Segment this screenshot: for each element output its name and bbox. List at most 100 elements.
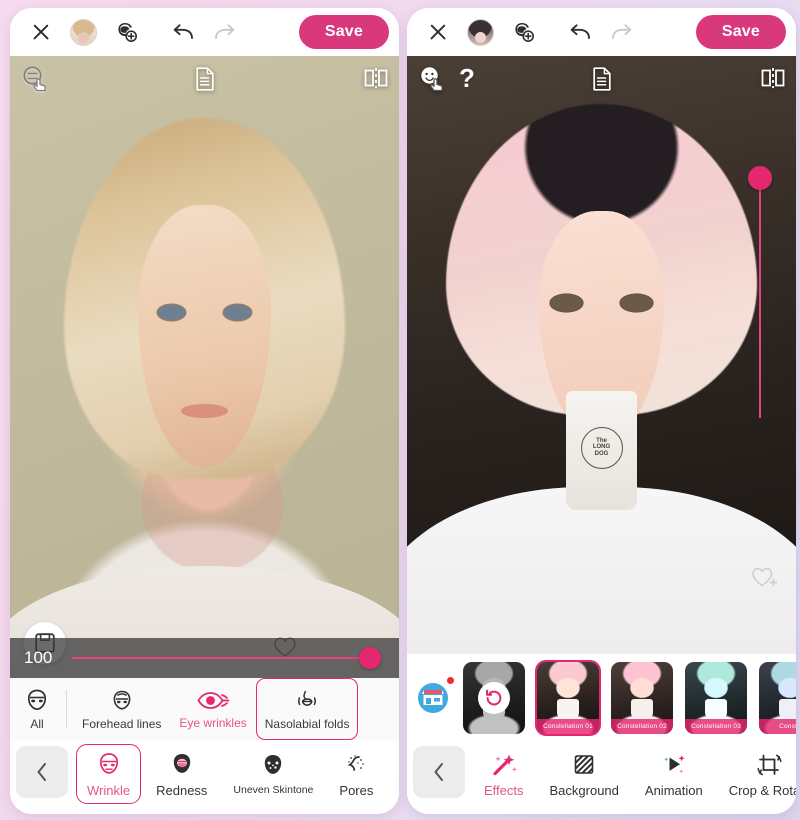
- tool-label: Crop & Rotate: [728, 782, 796, 798]
- face-thumbnail-avatar: [69, 18, 97, 46]
- close-button[interactable]: [417, 11, 459, 53]
- tool-label: Animation: [644, 782, 703, 798]
- effect-caption: Constellation 02: [611, 719, 673, 734]
- face-thumbnail-button[interactable]: [62, 11, 104, 53]
- vslider-knob[interactable]: [748, 166, 772, 190]
- back-button[interactable]: [16, 746, 68, 798]
- left-overlay-top-left: [20, 64, 50, 92]
- undo-button[interactable]: [559, 11, 601, 53]
- background-icon: [574, 754, 594, 774]
- slider-track: [72, 657, 381, 659]
- subtool-label: Forehead lines: [82, 716, 162, 731]
- reset-effect-button[interactable]: [478, 682, 510, 714]
- crop-rotate-icon: [757, 754, 782, 775]
- effect-item-original[interactable]: [461, 660, 527, 736]
- tool-redness[interactable]: Redness: [145, 744, 218, 804]
- eye-wrinkle-icon: [197, 691, 230, 709]
- tool-label: Effects: [484, 782, 524, 798]
- subtool-divider: [66, 690, 67, 728]
- left-header: Save: [10, 8, 399, 56]
- face-thumbnail-avatar: [466, 18, 494, 46]
- subtool-all[interactable]: All: [14, 678, 60, 740]
- effect-item-constellation-01[interactable]: Constellation 01: [535, 660, 601, 736]
- effects-store-button[interactable]: [413, 677, 454, 718]
- redo-button[interactable]: [204, 11, 246, 53]
- help-icon[interactable]: ?: [459, 65, 475, 91]
- tool-background[interactable]: Background: [539, 744, 630, 804]
- right-overlay-top-right: [760, 66, 786, 90]
- compare-touch-icon[interactable]: [20, 64, 50, 92]
- right-bottom-bar: Constellation 01 Constellation 02 Conste…: [407, 654, 796, 814]
- subtool-label: Eye wrinkles: [179, 715, 247, 730]
- pores-icon: [347, 754, 365, 771]
- cup-logo-line3: DOG: [594, 451, 609, 458]
- tool-label: Uneven Skintone: [233, 784, 314, 796]
- tool-animation[interactable]: Animation: [634, 744, 714, 804]
- redo-button[interactable]: [601, 11, 643, 53]
- layers-icon[interactable]: [194, 66, 216, 92]
- compare-touch-icon[interactable]: [417, 64, 447, 92]
- left-canvas[interactable]: 100: [10, 56, 399, 678]
- notification-dot: [447, 677, 454, 684]
- intensity-slider[interactable]: [72, 647, 381, 669]
- magic-wand-icon: [493, 754, 517, 775]
- vslider-track: [759, 174, 761, 418]
- tool-uneven-skintone[interactable]: Uneven Skintone: [222, 744, 324, 804]
- back-chevron-icon: [434, 763, 443, 781]
- save-button[interactable]: Save: [298, 15, 389, 49]
- layers-icon[interactable]: [591, 66, 613, 92]
- tool-effects[interactable]: Effects: [473, 744, 535, 804]
- add-face-button[interactable]: [501, 11, 543, 53]
- wrinkle-subtool-row: All Forehead lines Eye wrinkles Nasolabi…: [10, 678, 399, 740]
- tool-label: Redness: [156, 782, 208, 798]
- cup-logo-line1: The: [596, 437, 607, 444]
- face-forehead-icon: [113, 690, 131, 710]
- effect-item-constellation-04[interactable]: Conste: [757, 660, 796, 736]
- mirror-icon[interactable]: [760, 66, 786, 90]
- coffee-cup-logo: The LONG DOG: [580, 426, 623, 469]
- store-icon: [418, 683, 448, 713]
- effect-thumbnail-list[interactable]: Constellation 01 Constellation 02 Conste…: [461, 660, 796, 736]
- right-header: Save: [407, 8, 796, 56]
- right-photo: The LONG DOG: [407, 56, 796, 654]
- redo-icon: [215, 24, 235, 39]
- subtool-forehead-lines[interactable]: Forehead lines: [73, 678, 170, 740]
- skintone-icon: [265, 755, 282, 774]
- undo-icon: [570, 24, 590, 39]
- wrinkle-icon: [99, 752, 118, 774]
- tool-label: Wrinkle: [87, 782, 131, 798]
- effect-caption: Constellation 03: [685, 719, 747, 734]
- save-button[interactable]: Save: [695, 15, 786, 49]
- mirror-icon[interactable]: [363, 66, 389, 90]
- add-face-button[interactable]: [104, 11, 146, 53]
- add-face-icon: [118, 23, 138, 43]
- tool-label: Pores: [339, 782, 374, 798]
- photo-lips: [181, 404, 228, 418]
- close-icon: [428, 22, 448, 42]
- tool-wrinkle[interactable]: Wrinkle: [76, 744, 142, 804]
- nasolabial-icon: [298, 690, 317, 706]
- photo-eye-left: [550, 295, 583, 311]
- effect-intensity-slider[interactable]: [748, 166, 772, 418]
- tool-imperfection[interactable]: Impr: [388, 744, 399, 804]
- intensity-slider-bar: 100: [10, 638, 399, 678]
- close-button[interactable]: [20, 11, 62, 53]
- back-button[interactable]: [413, 746, 465, 798]
- tool-crop-rotate[interactable]: Crop & Rotate: [718, 744, 796, 804]
- heart-plus-icon[interactable]: [750, 562, 780, 590]
- animation-icon: [663, 754, 685, 773]
- effect-item-constellation-03[interactable]: Constellation 03: [683, 660, 749, 736]
- right-canvas[interactable]: The LONG DOG ?: [407, 56, 796, 654]
- photo-eye-left: [157, 304, 186, 320]
- photo-eye-right: [223, 304, 252, 320]
- tool-pores[interactable]: Pores: [328, 744, 384, 804]
- face-thumbnail-button[interactable]: [459, 11, 501, 53]
- subtool-eye-wrinkles[interactable]: Eye wrinkles: [170, 678, 255, 740]
- slider-knob[interactable]: [359, 647, 381, 669]
- subtool-nasolabial-folds[interactable]: Nasolabial folds: [255, 678, 359, 740]
- right-overlay-top-center: [591, 66, 613, 92]
- right-phone-panel: Save The LONG DOG ? Constellation 01 Con…: [407, 8, 796, 814]
- effect-item-constellation-02[interactable]: Constellation 02: [609, 660, 675, 736]
- undo-button[interactable]: [162, 11, 204, 53]
- photo-eye-right: [620, 295, 653, 311]
